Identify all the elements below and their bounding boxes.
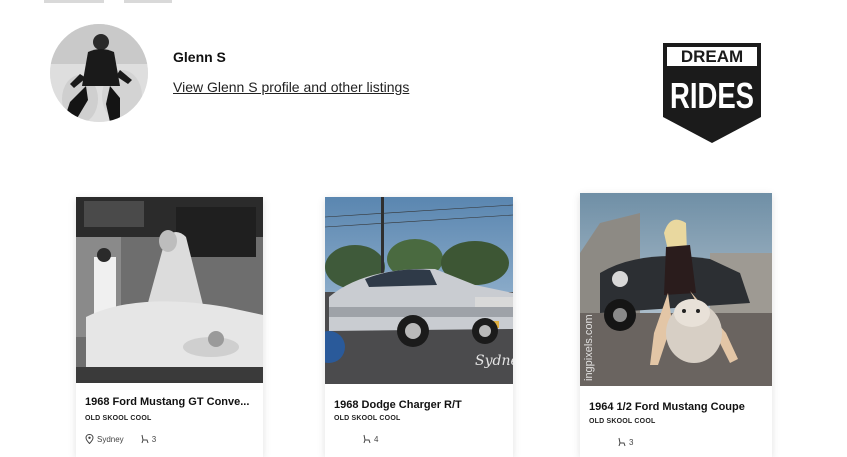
dream-rides-logo[interactable]: DREAM RIDES: [663, 43, 761, 143]
car-seat-icon: [618, 437, 626, 447]
seller-profile-link[interactable]: View Glenn S profile and other listings: [173, 79, 409, 95]
seller-photo: [50, 24, 148, 122]
listing-photo: Sydne: [325, 197, 513, 384]
listing-seats: 4: [374, 434, 379, 444]
listing-seats: 3: [151, 434, 157, 444]
listing-meta: Sydney 3: [85, 434, 156, 444]
logo-text-rides: RIDES: [670, 75, 754, 116]
listing-seats: 3: [629, 437, 634, 447]
listing-location: Sydney: [97, 434, 124, 444]
photo-watermark: Sydne: [475, 353, 513, 369]
listing-category: OLD SKOOL COOL: [85, 415, 152, 422]
seller-avatar[interactable]: [50, 24, 148, 122]
map-pin-icon: [85, 434, 94, 444]
listing-meta: 4: [334, 434, 378, 444]
listing-card[interactable]: Sydne 1968 Dodge Charger R/T OLD SKOOL C…: [325, 197, 513, 457]
listing-photo: [76, 197, 263, 383]
car-seat-icon: [363, 434, 371, 444]
listing-meta: 3: [589, 437, 633, 447]
listing-card[interactable]: ingpixels.com 1964 1/2 Ford Mustang Coup…: [580, 193, 772, 457]
listing-title: 1968 Dodge Charger R/T: [334, 399, 462, 411]
listing-category: OLD SKOOL COOL: [334, 415, 401, 422]
listing-card[interactable]: 1968 Ford Mustang GT Conve... OLD SKOOL …: [76, 197, 263, 457]
listing-title: 1968 Ford Mustang GT Conve...: [85, 396, 250, 408]
listing-title: 1964 1/2 Ford Mustang Coupe: [589, 401, 745, 413]
car-seat-icon: [141, 434, 149, 444]
photo-watermark: ingpixels.com: [583, 314, 595, 381]
seller-name: Glenn S: [173, 49, 226, 65]
top-nav-remnant: [44, 0, 174, 3]
listing-photo: ingpixels.com: [580, 193, 772, 386]
logo-text-dream: DREAM: [681, 47, 743, 66]
listing-category: OLD SKOOL COOL: [589, 418, 656, 425]
